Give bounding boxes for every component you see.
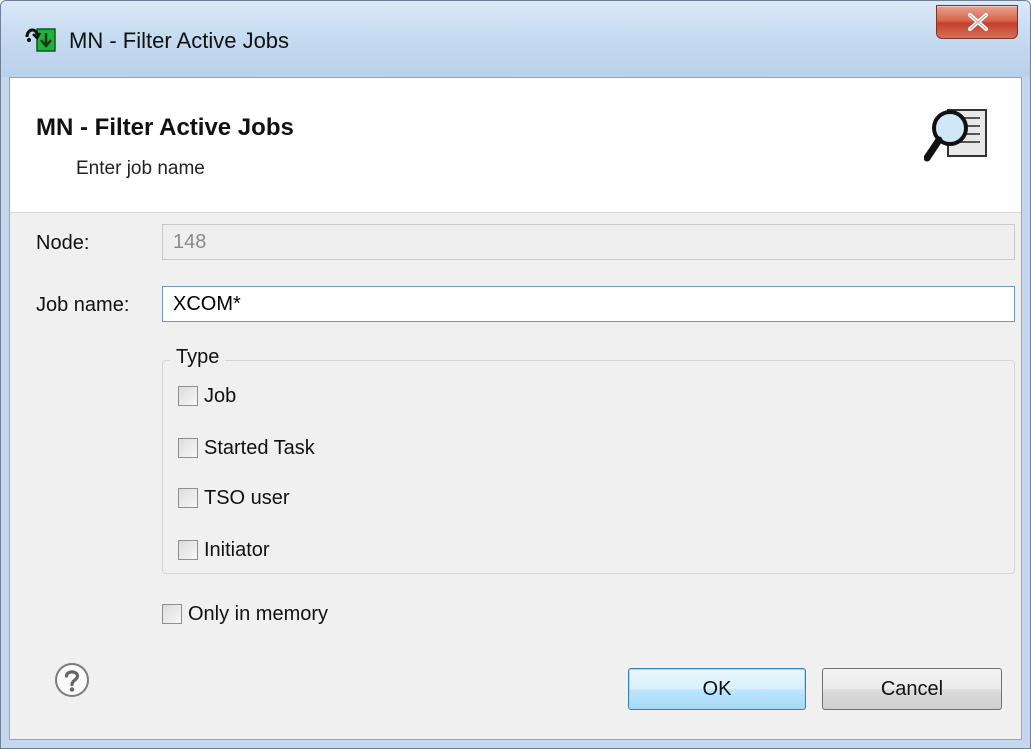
checkbox-label: Only in memory (188, 602, 329, 625)
node-label: Node: (36, 232, 90, 254)
only-in-memory-checkbox[interactable]: Only in memory (162, 600, 328, 628)
close-icon (968, 13, 988, 31)
checkbox-box[interactable] (178, 438, 198, 458)
checkbox-box[interactable] (178, 540, 198, 560)
checkbox-box[interactable] (162, 604, 182, 624)
magnifier-document-icon (923, 104, 994, 166)
help-icon[interactable] (54, 662, 90, 698)
ok-button[interactable]: OK (628, 668, 806, 710)
cancel-button[interactable]: Cancel (822, 668, 1002, 710)
dialog-window: MN - Filter Active Jobs MN - Filter Acti… (0, 0, 1031, 749)
checkbox-box[interactable] (178, 488, 198, 508)
dialog-banner: MN - Filter Active Jobs Enter job name (10, 78, 1021, 213)
node-field (162, 224, 1015, 260)
type-started-task-checkbox[interactable]: Started Task (178, 434, 315, 462)
job-name-input[interactable] (162, 286, 1015, 322)
title-bar[interactable]: MN - Filter Active Jobs (1, 1, 1030, 77)
type-job-checkbox[interactable]: Job (178, 382, 236, 410)
dialog-client-area: MN - Filter Active Jobs Enter job name N… (9, 77, 1022, 740)
checkbox-label: Initiator (204, 538, 270, 561)
checkbox-label: Started Task (204, 436, 315, 459)
type-group-legend: Type (170, 346, 226, 369)
close-button[interactable] (936, 5, 1018, 39)
banner-title: MN - Filter Active Jobs (36, 114, 294, 141)
window-title: MN - Filter Active Jobs (69, 28, 290, 53)
type-initiator-checkbox[interactable]: Initiator (178, 536, 270, 564)
job-name-label: Job name: (36, 294, 130, 316)
checkbox-label: TSO user (204, 486, 290, 509)
type-group-box (162, 360, 1015, 574)
checkbox-box[interactable] (178, 386, 198, 406)
banner-subtitle: Enter job name (76, 158, 205, 179)
filter-jobs-app-icon (23, 25, 57, 55)
checkbox-label: Job (204, 384, 237, 407)
type-tso-user-checkbox[interactable]: TSO user (178, 484, 290, 512)
